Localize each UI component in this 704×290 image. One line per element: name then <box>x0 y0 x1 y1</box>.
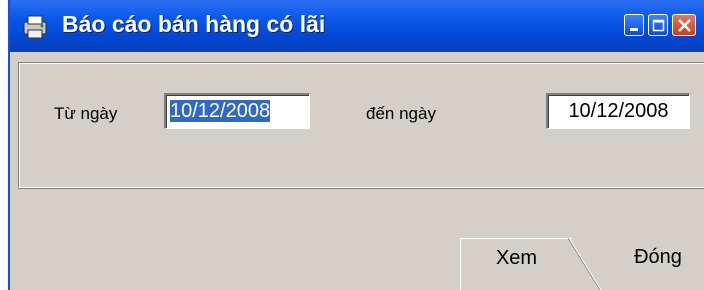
printer-icon <box>20 12 50 40</box>
maximize-icon <box>652 19 665 32</box>
view-button[interactable]: Xem <box>460 238 572 290</box>
tab-divider <box>568 238 602 290</box>
close-dialog-button[interactable]: Đóng <box>568 238 692 290</box>
title-bar[interactable]: Báo cáo bán hàng có lãi <box>10 0 704 52</box>
window-title: Báo cáo bán hàng có lãi <box>62 11 326 37</box>
from-date-value: 10/12/2008 <box>170 100 271 122</box>
to-date-value: 10/12/2008 <box>568 100 669 122</box>
from-date-label: Từ ngày <box>54 104 118 123</box>
to-date-label: đến ngày <box>366 104 436 123</box>
close-button-label: Đóng <box>634 246 682 268</box>
view-button-label: Xem <box>495 247 538 269</box>
maximize-button[interactable] <box>648 14 668 36</box>
close-button[interactable] <box>672 14 696 36</box>
to-date-field[interactable]: 10/12/2008 <box>546 93 690 129</box>
from-date-field[interactable]: 10/12/2008 <box>164 93 310 129</box>
report-window: Báo cáo bán hàng có lãi Từ ngày 10/12/20… <box>8 0 704 290</box>
minimize-button[interactable] <box>624 14 644 36</box>
minimize-icon <box>630 28 638 31</box>
close-icon <box>678 19 691 32</box>
